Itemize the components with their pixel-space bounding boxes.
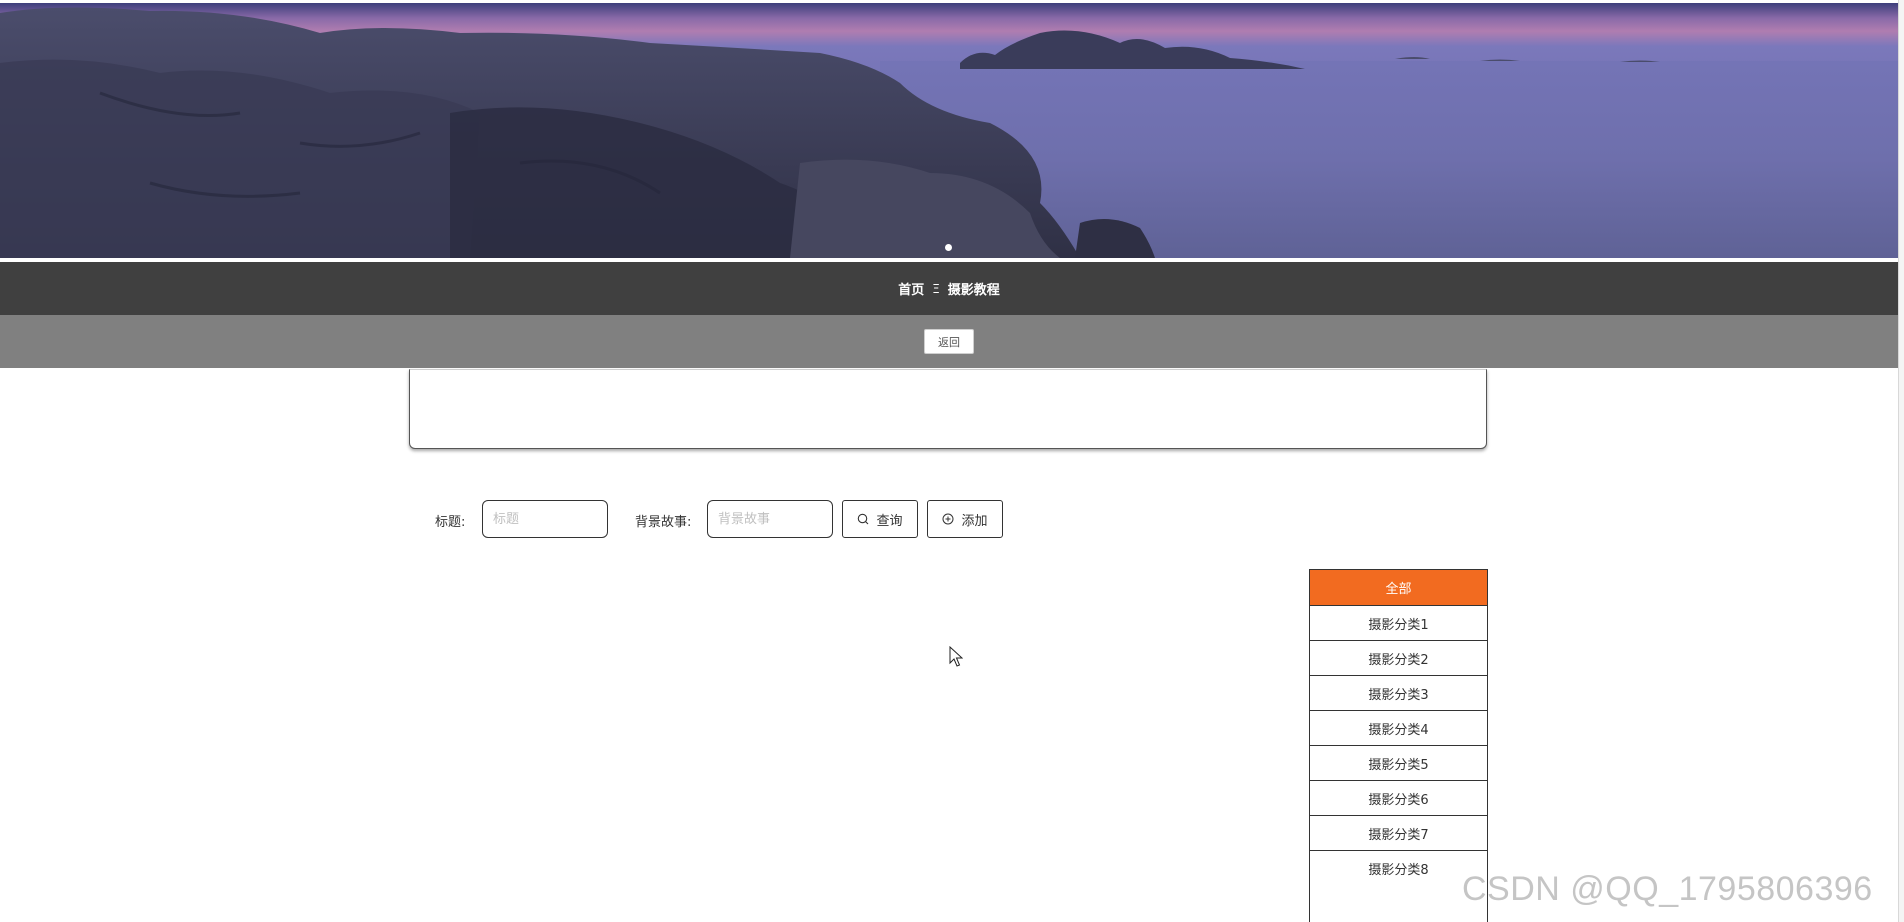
mouse-cursor-icon [949,645,964,672]
banner-carousel[interactable] [0,3,1898,258]
back-bar: 返回 [0,315,1898,368]
breadcrumb-separator: Ξ [932,281,940,296]
title-input[interactable] [482,500,608,538]
category-item-4[interactable]: 摄影分类4 [1310,711,1487,746]
category-item-2[interactable]: 摄影分类2 [1310,641,1487,676]
category-item-7[interactable]: 摄影分类7 [1310,816,1487,851]
watermark-text: CSDN @QQ_1795806396 [1462,870,1873,908]
search-icon [857,513,869,525]
back-button[interactable]: 返回 [924,329,974,354]
category-item-5[interactable]: 摄影分类5 [1310,746,1487,781]
breadcrumb-home-link[interactable]: 首页 [898,279,924,298]
window-scrollbar[interactable] [1898,0,1904,922]
add-button-label: 添加 [961,513,988,529]
banner-image [0,3,1898,258]
category-item-8[interactable]: 摄影分类8 [1310,851,1487,886]
category-item-1[interactable]: 摄影分类1 [1310,606,1487,641]
carousel-indicator-dot[interactable] [945,244,952,251]
category-item-3[interactable]: 摄影分类3 [1310,676,1487,711]
query-button[interactable]: 查询 [842,500,918,538]
story-input[interactable] [707,500,833,538]
search-form: 标题: 背景故事: 查询 添加 [0,500,1200,538]
breadcrumb: 首页 Ξ 摄影教程 [0,262,1898,315]
category-item-6[interactable]: 摄影分类6 [1310,781,1487,816]
add-button[interactable]: 添加 [927,500,1003,538]
breadcrumb-current: 摄影教程 [947,283,1000,298]
title-label: 标题: [435,515,466,530]
add-circle-icon [942,513,954,525]
page: 首页 Ξ 摄影教程 返回 标题: 背景故事: 查询 [0,0,1904,922]
story-label: 背景故事: [635,515,692,530]
category-item-all[interactable]: 全部 [1310,570,1487,606]
content-card [409,369,1487,449]
query-button-label: 查询 [876,513,903,529]
